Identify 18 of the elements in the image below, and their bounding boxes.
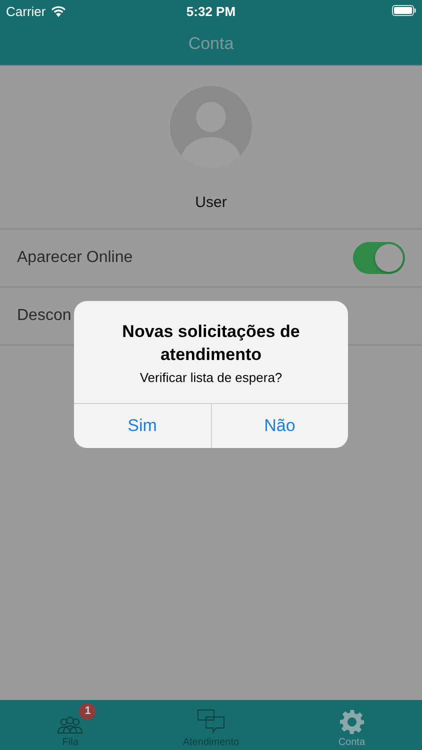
setting-label[interactable]: Descon xyxy=(17,307,72,325)
notification-badge: 1 xyxy=(79,703,96,720)
online-toggle[interactable] xyxy=(353,242,405,274)
settings-icon xyxy=(338,709,365,735)
user-name: User xyxy=(195,194,227,211)
people-icon xyxy=(56,715,84,735)
alert-title: Novas solicitações de atendimento xyxy=(121,321,301,366)
nav-title: Conta xyxy=(188,34,234,54)
battery-icon xyxy=(392,4,416,16)
carrier-name: Carrier xyxy=(6,4,46,18)
tab-item[interactable]: Conta xyxy=(281,700,422,750)
alert-button[interactable]: Sim xyxy=(74,404,210,448)
setting-label: Aparecer Online xyxy=(17,249,133,267)
chat-icon xyxy=(197,709,225,735)
wifi-icon xyxy=(50,6,66,16)
alert-button[interactable]: Não xyxy=(210,404,348,448)
status-time: 5:32 PM xyxy=(186,4,236,18)
alert-message: Verificar lista de espera? xyxy=(138,370,284,385)
